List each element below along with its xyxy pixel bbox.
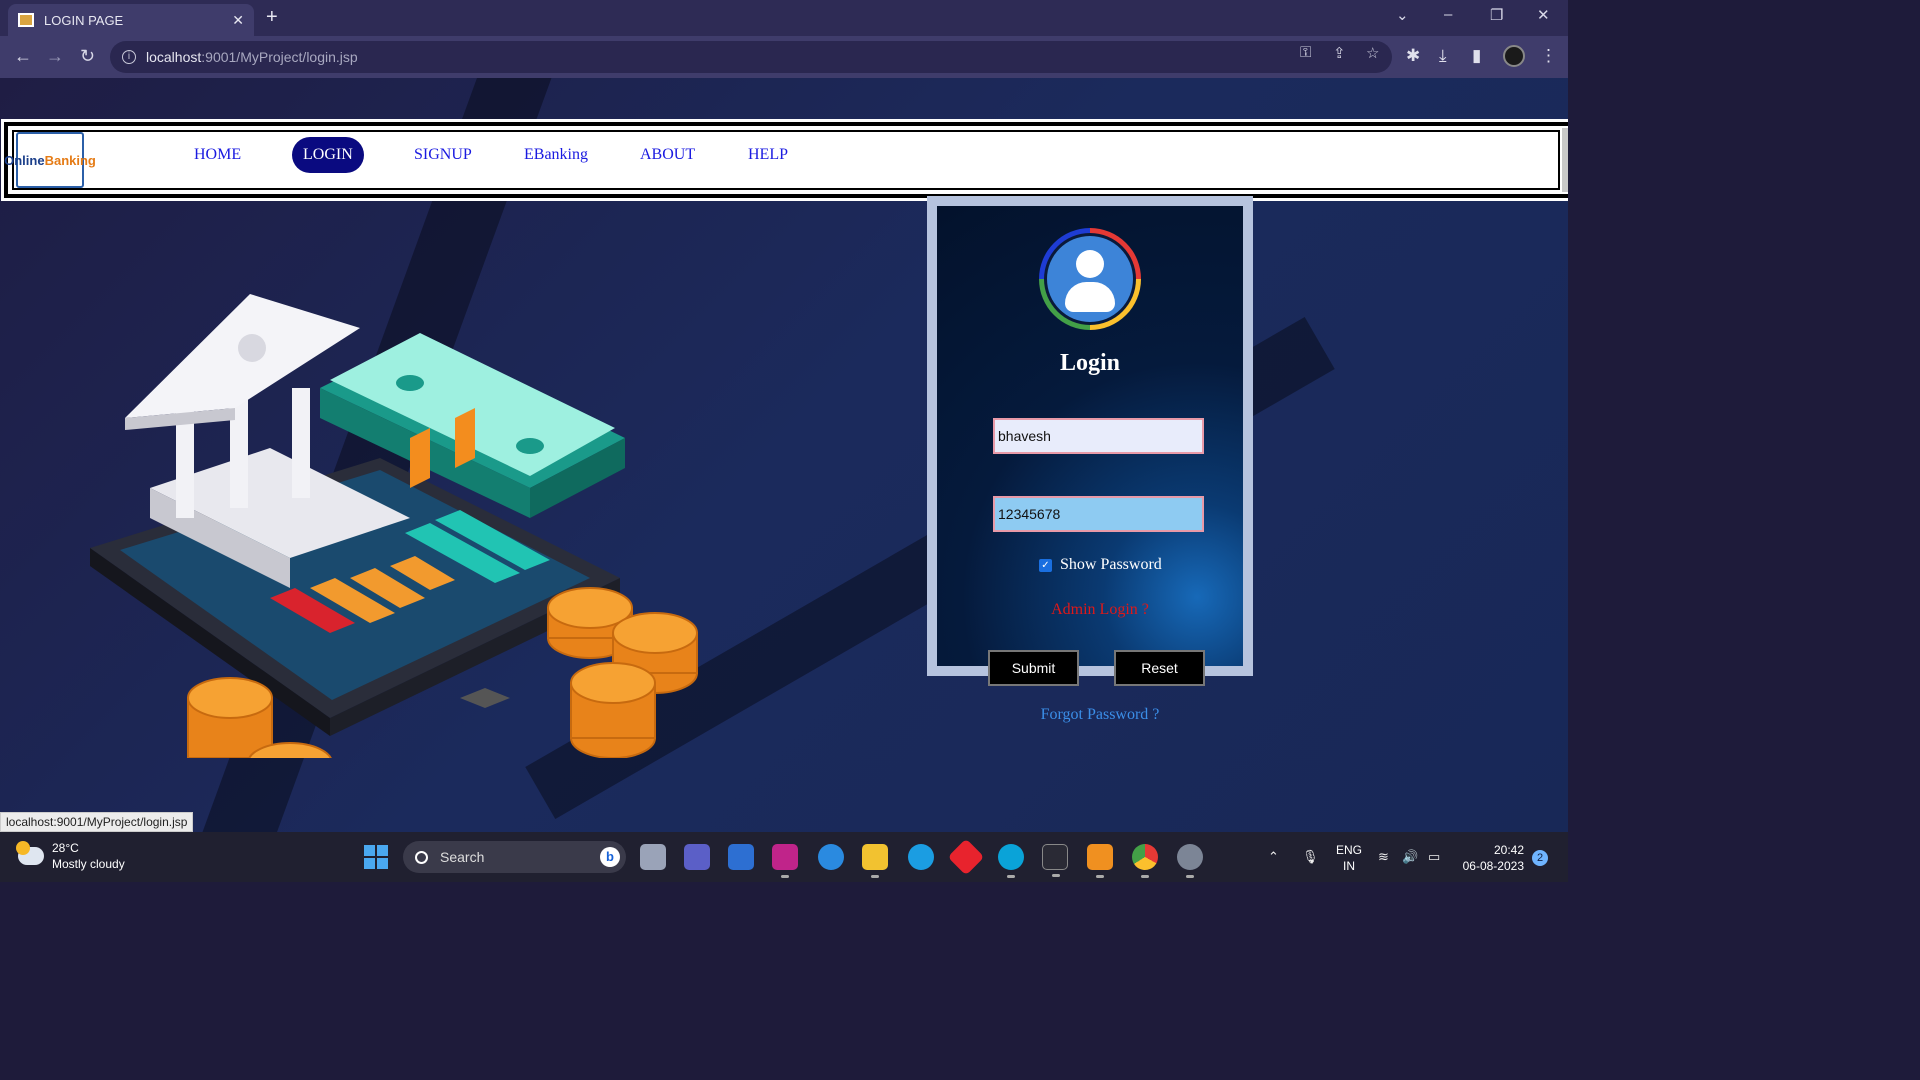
chrome-icon[interactable] <box>1132 844 1158 878</box>
site-logo[interactable]: Online Banking <box>4 132 96 188</box>
windows-start-icon[interactable] <box>364 845 388 869</box>
color-picker-app-icon[interactable] <box>772 844 798 878</box>
profile-avatar[interactable] <box>1503 45 1525 67</box>
admin-login-link[interactable]: Admin Login ? <box>1020 601 1180 619</box>
extensions-icon[interactable]: ✱ <box>1406 46 1420 66</box>
language-indicator[interactable]: ENG IN <box>1336 842 1362 874</box>
clock-time: 20:42 <box>1493 843 1524 857</box>
sublime-text-icon[interactable] <box>1087 844 1113 878</box>
get-help-icon[interactable] <box>818 844 844 870</box>
clock-date: 06-08-2023 <box>1462 859 1524 873</box>
username-input[interactable] <box>993 418 1204 454</box>
wifi-icon[interactable]: ≋ <box>1378 849 1389 865</box>
language-code: ENG <box>1336 843 1363 857</box>
weather-widget[interactable]: 28°C Mostly cloudy <box>16 840 125 872</box>
task-view-icon[interactable] <box>640 844 666 870</box>
search-icon <box>415 850 428 864</box>
browser-tab-strip: LOGIN PAGE ✕ + ⌄ – ❐ ✕ <box>0 0 1568 36</box>
url-text[interactable]: localhost:9001/MyProject/login.jsp <box>146 49 358 65</box>
settings-gear-icon[interactable] <box>1177 844 1203 878</box>
edge-browser-icon[interactable] <box>908 844 934 870</box>
banking-illustration <box>90 294 698 758</box>
bookmark-star-icon[interactable]: ☆ <box>1366 44 1379 62</box>
nav-ebanking[interactable]: EBanking <box>524 146 588 164</box>
forgot-password-link[interactable]: Forgot Password ? <box>1020 706 1180 724</box>
region-code: IN <box>1343 859 1355 873</box>
download-icon[interactable]: ⤓ <box>1439 46 1447 66</box>
browser-tab[interactable]: LOGIN PAGE ✕ <box>8 4 254 36</box>
restore-icon[interactable]: ❐ <box>1490 6 1503 24</box>
reset-button[interactable]: Reset <box>1114 650 1205 686</box>
close-window-icon[interactable]: ✕ <box>1537 6 1550 24</box>
side-panel-icon[interactable]: ▮ <box>1472 46 1481 66</box>
reload-icon[interactable]: ↻ <box>80 46 95 67</box>
anydesk-icon[interactable] <box>947 838 985 876</box>
notification-badge[interactable]: 2 <box>1532 850 1548 866</box>
minimize-icon[interactable]: – <box>1444 6 1452 23</box>
windows-taskbar: 28°C Mostly cloudy Search b ⌃ 🎙 ENG IN ≋… <box>0 832 1568 882</box>
login-title: Login <box>1059 350 1121 376</box>
microphone-icon[interactable]: 🎙 <box>1302 849 1319 865</box>
share-icon[interactable]: ⇪ <box>1333 44 1346 62</box>
forward-icon[interactable]: → <box>46 46 64 67</box>
logo-text-banking: Banking <box>44 152 96 168</box>
password-input[interactable] <box>993 496 1204 532</box>
teams-chat-icon[interactable] <box>684 844 710 870</box>
browser-toolbar: ← → ↻ i localhost:9001/MyProject/login.j… <box>0 36 1568 78</box>
new-tab-icon[interactable]: + <box>266 6 278 29</box>
weather-temperature: 28°C <box>52 841 79 855</box>
bing-icon[interactable]: b <box>600 847 620 867</box>
alexa-icon[interactable] <box>998 844 1024 878</box>
close-tab-icon[interactable]: ✕ <box>232 12 244 29</box>
show-hidden-icons-icon[interactable]: ⌃ <box>1268 849 1279 865</box>
address-bar[interactable]: i localhost:9001/MyProject/login.jsp <box>110 41 1392 73</box>
nav-about[interactable]: ABOUT <box>640 146 695 164</box>
show-password-toggle[interactable]: ✓ Show Password <box>1039 556 1162 574</box>
checkbox-checked-icon[interactable]: ✓ <box>1039 558 1052 572</box>
taskbar-search[interactable]: Search b <box>403 841 626 873</box>
microsoft-store-icon[interactable] <box>728 844 754 870</box>
nav-signup[interactable]: SIGNUP <box>414 146 472 164</box>
file-explorer-icon[interactable] <box>862 844 888 878</box>
tab-title: LOGIN PAGE <box>44 12 124 28</box>
site-info-icon[interactable]: i <box>122 50 136 64</box>
show-password-label: Show Password <box>1060 556 1162 573</box>
nav-home[interactable]: HOME <box>194 146 241 164</box>
volume-icon[interactable]: 🔊 <box>1402 849 1418 865</box>
weather-condition: Mostly cloudy <box>52 857 125 871</box>
user-avatar-icon <box>1039 228 1141 330</box>
site-navbar: Online Banking HOME LOGIN SIGNUP EBanking… <box>1 119 1568 201</box>
submit-button[interactable]: Submit <box>988 650 1079 686</box>
back-icon[interactable]: ← <box>14 46 32 67</box>
tab-search-icon[interactable]: ⌄ <box>1396 6 1409 24</box>
nav-help[interactable]: HELP <box>748 146 788 164</box>
nav-login[interactable]: LOGIN <box>292 137 364 173</box>
page-viewport: Online Banking HOME LOGIN SIGNUP EBanking… <box>0 78 1568 832</box>
more-menu-icon[interactable]: ⋮ <box>1540 46 1557 66</box>
system-clock[interactable]: 20:42 06-08-2023 <box>1460 842 1524 874</box>
link-status-bar: localhost:9001/MyProject/login.jsp <box>0 812 194 832</box>
key-icon[interactable]: ⚿ <box>1300 44 1311 61</box>
battery-icon[interactable]: ▭ <box>1428 849 1440 865</box>
navbar-scrollbar[interactable] <box>1562 128 1568 192</box>
search-placeholder: Search <box>440 849 485 865</box>
logo-text-online: Online <box>4 152 45 168</box>
page-favicon-icon <box>18 13 34 27</box>
partly-cloudy-icon <box>16 841 44 865</box>
mysql-shell-icon[interactable] <box>1042 844 1068 877</box>
